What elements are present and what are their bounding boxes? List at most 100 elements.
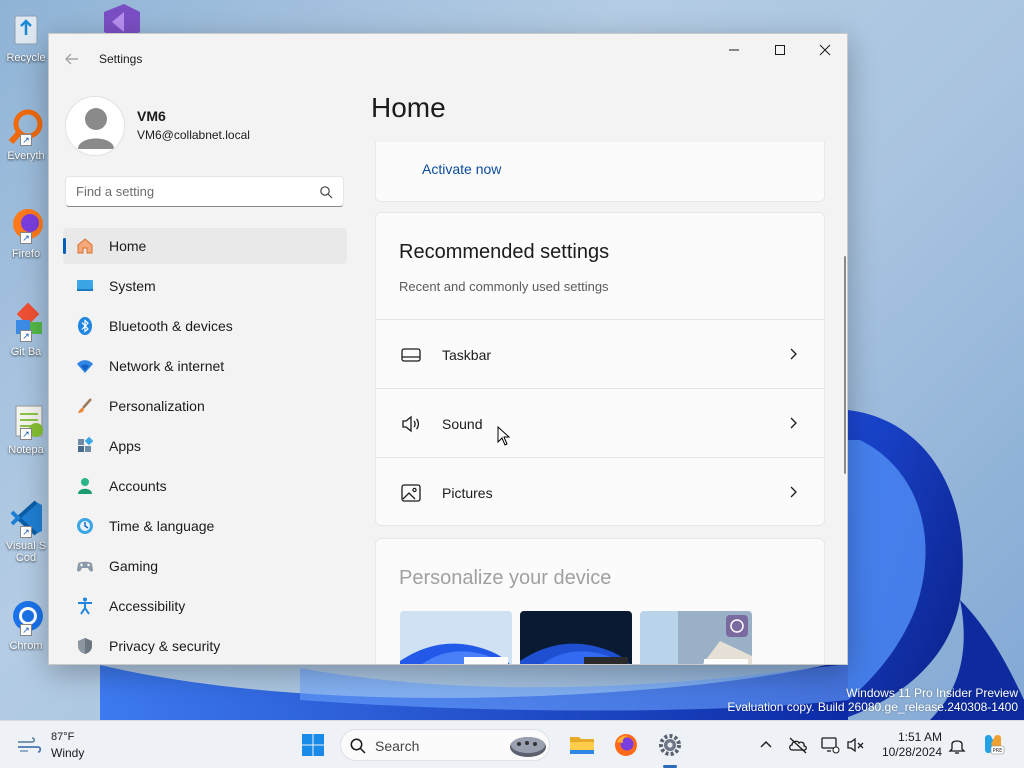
content-scrollbar[interactable] [844, 256, 846, 474]
desktop-icon-vscode[interactable]: ↗ Visual S Cod [0, 494, 52, 586]
recommended-settings-card: Recommended settings Recent and commonly… [375, 212, 825, 526]
nav-item-label: Accounts [109, 478, 167, 494]
back-button[interactable] [61, 48, 83, 70]
maximize-button[interactable] [757, 34, 803, 66]
shortcut-arrow-icon: ↗ [20, 330, 32, 342]
close-icon [819, 44, 831, 56]
desktop-icon-everything[interactable]: ↗ Everyth [0, 102, 52, 190]
sound-icon [402, 415, 420, 433]
weather-temperature: 87°F [51, 731, 75, 743]
personalize-card: Personalize your device [375, 538, 825, 664]
everything-search-icon: ↗ [6, 106, 46, 146]
shortcut-arrow-icon: ↗ [20, 134, 32, 146]
settings-window: Settings VM6 VM6@collabnet.local Home Sy… [48, 33, 848, 665]
nav-item-personalization[interactable]: Personalization [63, 388, 347, 424]
nav-item-bluetooth[interactable]: Bluetooth & devices [63, 308, 347, 344]
desktop-icon-recycle-bin[interactable]: Recycle [0, 4, 52, 92]
desktop-icon-label: Chrom [9, 640, 43, 652]
user-profile[interactable]: VM6 VM6@collabnet.local [65, 96, 355, 160]
recommended-item-label: Sound [442, 416, 483, 432]
recommended-item-sound[interactable]: Sound [376, 388, 824, 457]
recommended-item-pictures[interactable]: Pictures [376, 457, 824, 526]
system-clock[interactable]: 1:51 AM 10/28/2024 [872, 730, 942, 760]
start-button[interactable] [297, 729, 329, 761]
desktop-icon-notepad-plus[interactable]: ↗ Notepa [0, 396, 52, 484]
window-title: Settings [99, 52, 143, 66]
nav-item-label: Network & internet [109, 358, 225, 374]
taskbar-search-label: Search [375, 738, 420, 754]
nav-item-apps[interactable]: Apps [63, 428, 347, 464]
network-icon [77, 360, 93, 373]
activate-card: Activate now [375, 142, 825, 202]
theme-thumbnail-light[interactable] [400, 611, 512, 664]
taskbar-file-explorer[interactable] [566, 729, 598, 761]
nav-item-privacy-security[interactable]: Privacy & security [63, 628, 347, 664]
find-setting-input[interactable] [66, 177, 306, 206]
nav-item-label: Bluetooth & devices [109, 318, 233, 334]
taskbar-firefox[interactable] [610, 729, 642, 761]
weather-widget[interactable]: 87°F Windy [14, 729, 134, 761]
user-email: VM6@collabnet.local [137, 128, 250, 142]
nav-item-label: Gaming [109, 558, 159, 574]
windows-watermark: Windows 11 Pro Insider Preview Evaluatio… [727, 686, 1018, 714]
time-language-icon [77, 518, 93, 534]
search-icon[interactable] [319, 185, 333, 199]
taskbar-icon [401, 348, 421, 362]
nav-item-label: System [109, 278, 156, 294]
recommended-item-taskbar[interactable]: Taskbar [376, 319, 824, 388]
content-pane[interactable]: Activate now Recommended settings Recent… [375, 142, 825, 664]
onedrive-offline-icon[interactable] [787, 734, 809, 756]
volume-muted-icon[interactable] [845, 734, 867, 756]
desktop-icon-firefox[interactable]: ↗ Firefo [0, 200, 52, 288]
desktop-icon-chrome[interactable]: ↗ Chrom [0, 592, 52, 680]
desktop-icon-git-bash[interactable]: ↗ Git Ba [0, 298, 52, 386]
nav-item-gaming[interactable]: Gaming [63, 548, 347, 584]
theme-preview-spotlight [640, 611, 752, 664]
git-bash-icon: ↗ [6, 302, 46, 342]
minimize-icon [729, 49, 739, 51]
copilot-icon[interactable]: PRE [981, 732, 1005, 756]
nav-item-accounts[interactable]: Accounts [63, 468, 347, 504]
activate-now-link[interactable]: Activate now [422, 161, 501, 177]
nav-item-accessibility[interactable]: Accessibility [63, 588, 347, 624]
nav-item-network[interactable]: Network & internet [63, 348, 347, 384]
accounts-icon [78, 478, 92, 494]
mouse-cursor-icon [497, 426, 511, 446]
clock-time: 1:51 AM [897, 730, 942, 744]
clock-date: 10/28/2024 [881, 745, 942, 759]
accessibility-icon [78, 597, 92, 615]
avatar [65, 96, 125, 156]
nav-item-time-language[interactable]: Time & language [63, 508, 347, 544]
minimize-button[interactable] [711, 34, 757, 66]
desktop-icon-label: Git Ba [10, 346, 42, 358]
title-bar[interactable]: Settings [49, 34, 847, 82]
chevron-right-icon [790, 348, 797, 360]
svg-text:PRE: PRE [993, 748, 1003, 754]
shortcut-arrow-icon: ↗ [20, 624, 32, 636]
taskbar: 87°F Windy Search 1:51 AM 10/28/2024 PRE [0, 720, 1024, 768]
notification-bell-icon[interactable] [946, 734, 968, 756]
chevron-right-icon [790, 417, 797, 429]
desktop-icon-label: Everyth [7, 150, 45, 162]
taskbar-settings[interactable] [654, 729, 686, 761]
theme-thumbnail-spotlight[interactable] [640, 611, 752, 664]
nav-item-system[interactable]: System [63, 268, 347, 304]
network-status-icon[interactable] [819, 734, 841, 756]
taskbar-search[interactable]: Search [340, 729, 550, 761]
nav-item-label: Apps [109, 438, 141, 454]
find-setting-box[interactable] [65, 176, 344, 207]
desktop-icon-label: Firefo [11, 248, 41, 260]
firefox-icon: ↗ [6, 204, 46, 244]
nav-item-home[interactable]: Home [63, 228, 347, 264]
notepad-plus-icon: ↗ [6, 400, 46, 440]
chevron-up-icon[interactable] [755, 734, 777, 756]
desktop-icon-label: Notepa [8, 444, 44, 456]
brush-icon [78, 398, 92, 413]
theme-thumbnail-dark[interactable] [520, 611, 632, 664]
close-button[interactable] [802, 34, 847, 66]
watermark-line1: Windows 11 Pro Insider Preview [846, 686, 1018, 700]
desktop-icon-visual-studio[interactable] [88, 0, 144, 40]
nav-item-label: Privacy & security [109, 638, 221, 654]
theme-preview-light [400, 611, 512, 664]
shortcut-arrow-icon: ↗ [20, 232, 32, 244]
